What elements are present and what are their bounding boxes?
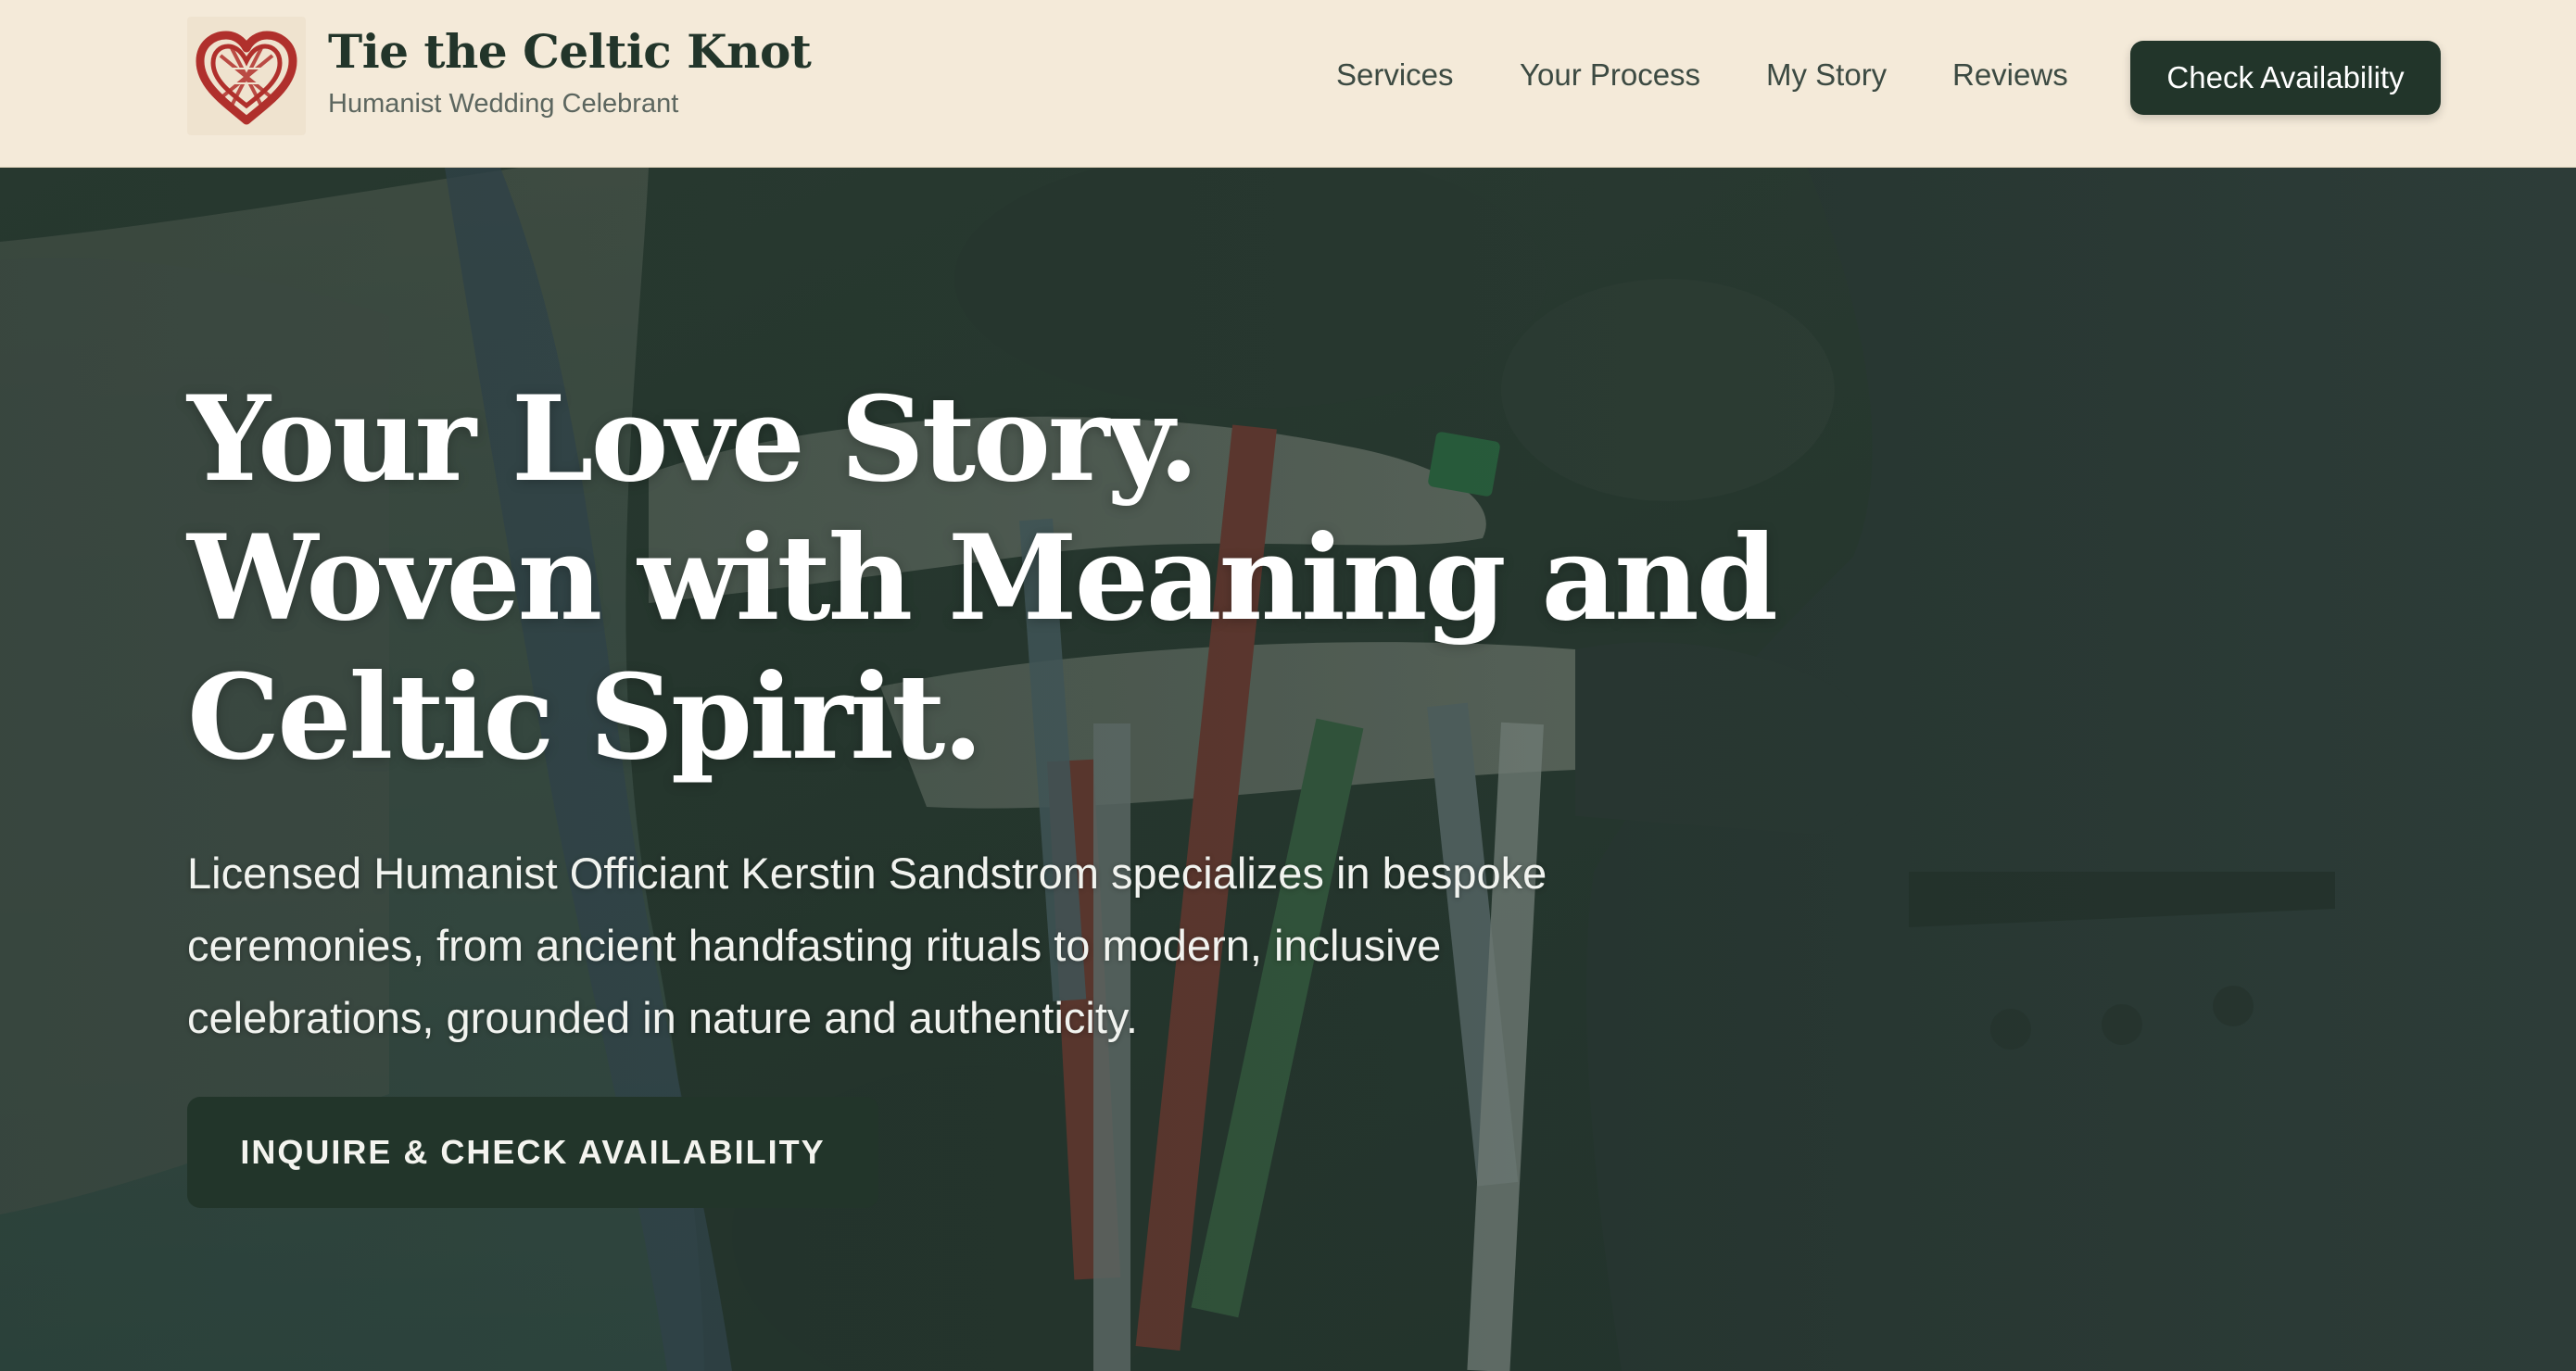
brand-subtitle: Humanist Wedding Celebrant	[328, 89, 679, 119]
logo[interactable]	[187, 17, 306, 135]
hero-headline-line: Woven with Meaning and	[187, 509, 1778, 647]
nav-link-my-story[interactable]: My Story	[1766, 57, 1887, 93]
hero-headline-line: Celtic Spirit.	[187, 648, 983, 786]
hero-lead-text: Licensed Humanist Officiant Kerstin Sand…	[187, 849, 1547, 1042]
page: Tie the Celtic Knot Humanist Wedding Cel…	[0, 0, 2576, 1371]
nav-link-reviews[interactable]: Reviews	[1952, 57, 2068, 93]
hero-section: Your Love Story. Woven with Meaning and …	[0, 168, 2576, 1371]
nav-link-your-process[interactable]: Your Process	[1520, 57, 1700, 93]
brand-title[interactable]: Tie the Celtic Knot	[328, 24, 812, 79]
hero-headline: Your Love Story. Woven with Meaning and …	[187, 370, 1948, 786]
celtic-knot-heart-icon	[196, 31, 297, 125]
site-header: Tie the Celtic Knot Humanist Wedding Cel…	[0, 0, 2576, 168]
nav-link-services[interactable]: Services	[1336, 57, 1454, 93]
hero-headline-line: Your Love Story.	[187, 371, 1199, 508]
check-availability-button[interactable]: Check Availability	[2130, 41, 2441, 115]
inquire-check-availability-button[interactable]: INQUIRE & CHECK AVAILABILITY	[187, 1097, 878, 1208]
